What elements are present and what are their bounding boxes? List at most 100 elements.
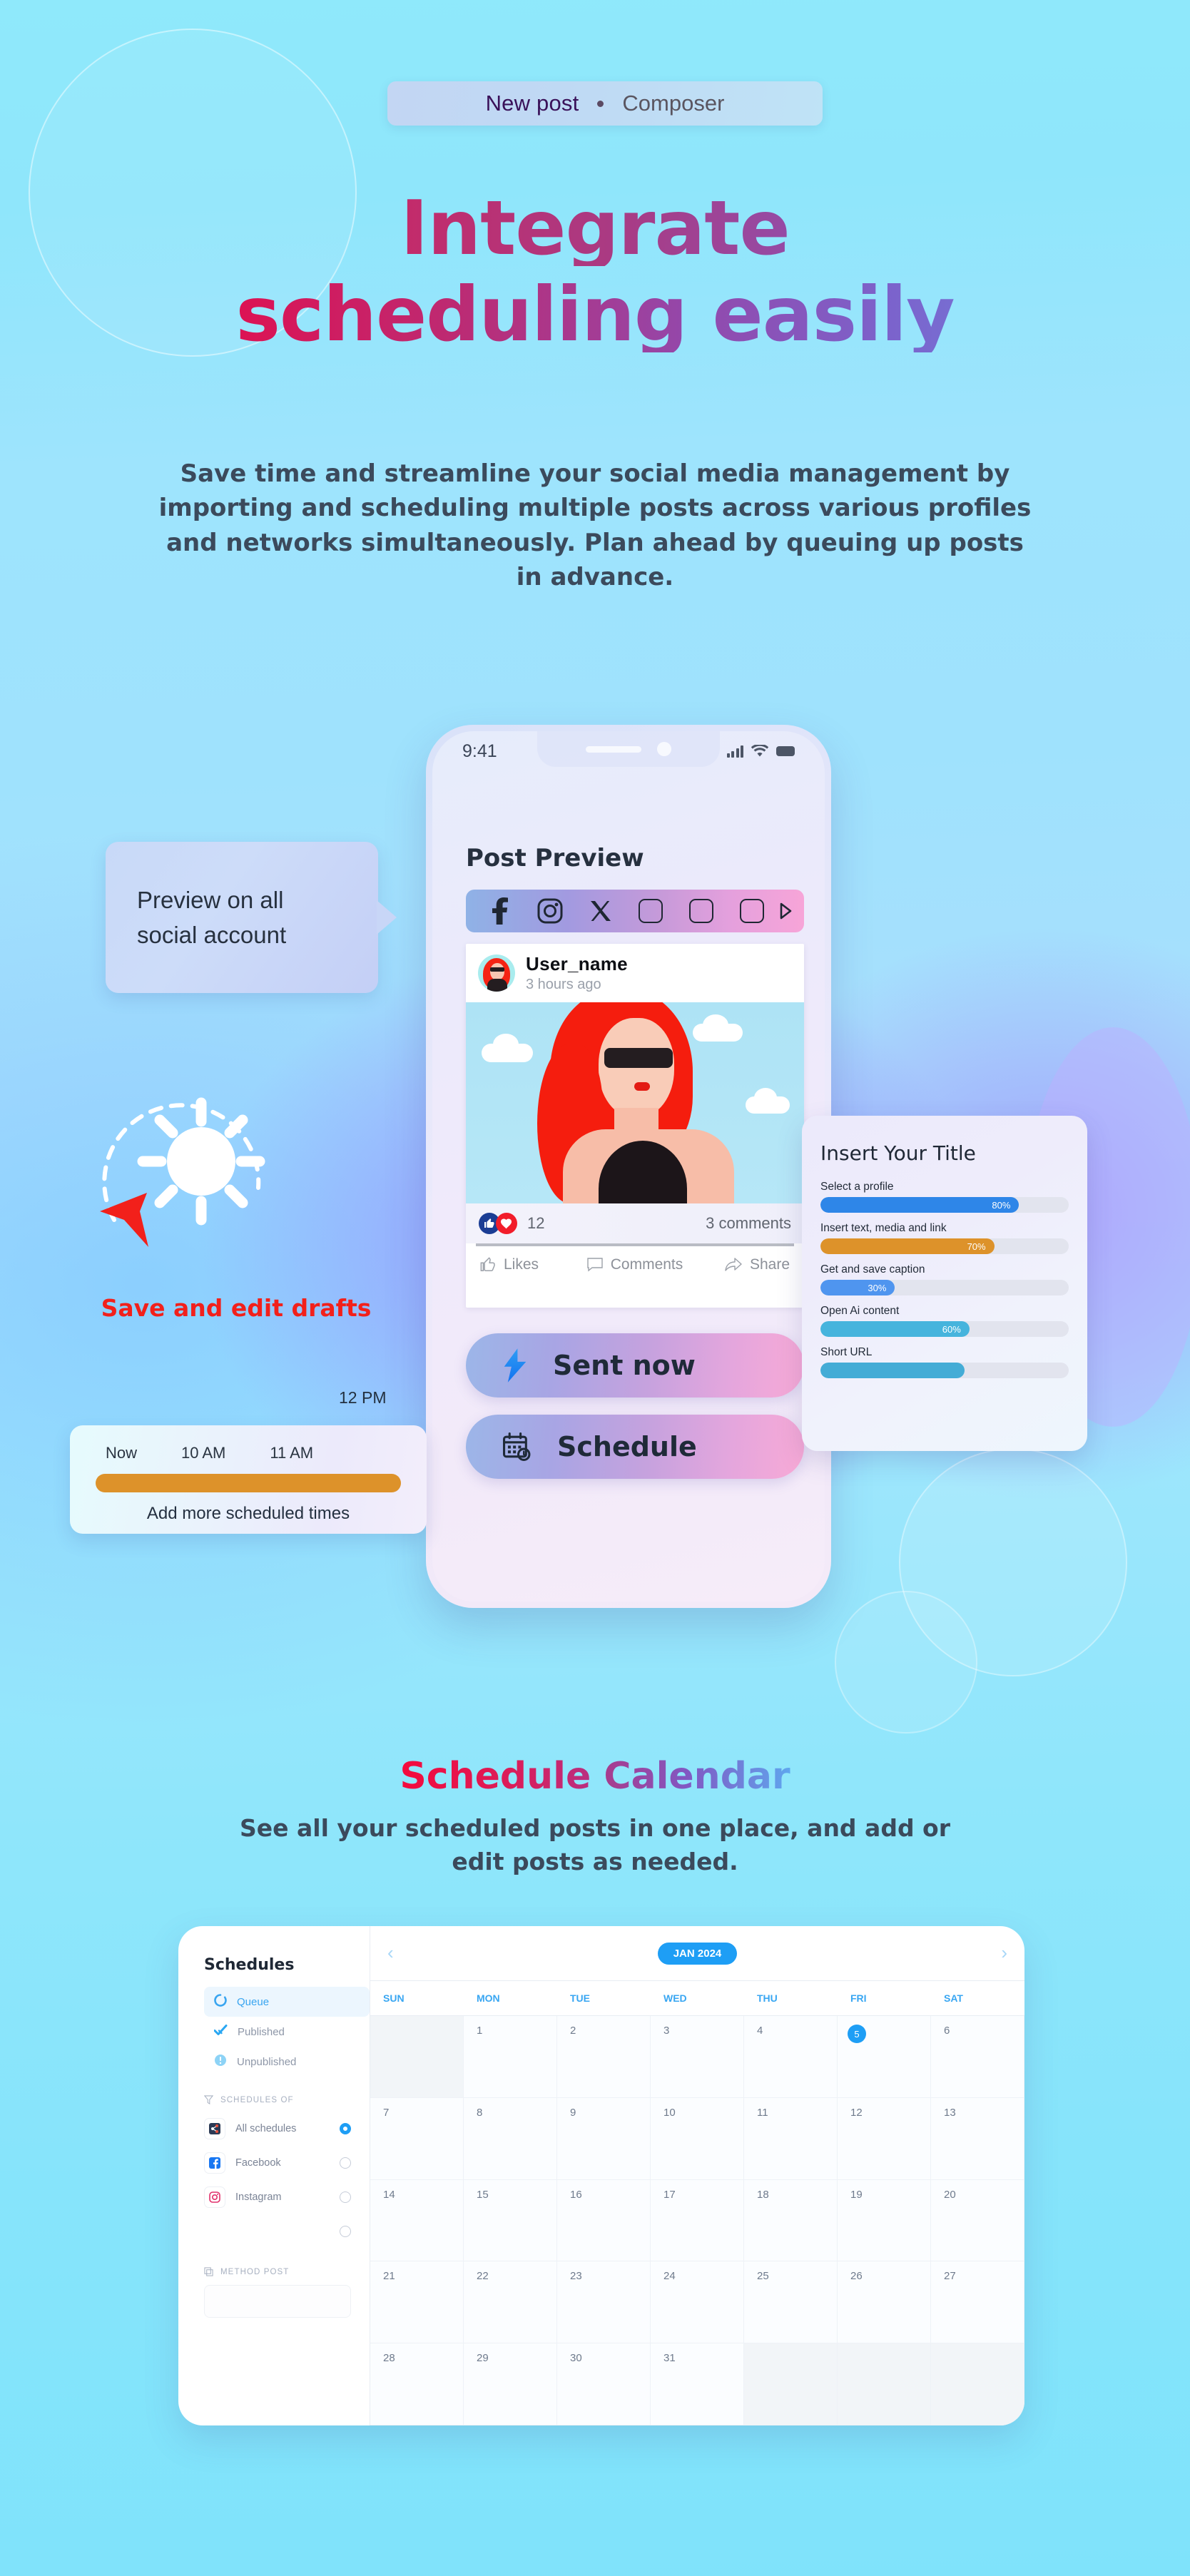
insert-panel-title: Insert Your Title	[820, 1141, 976, 1165]
chevron-left-icon[interactable]: ‹	[387, 1942, 394, 1964]
calendar-cell-day[interactable]: 6	[931, 2016, 1024, 2098]
sidebar-item-published[interactable]: Published	[204, 2017, 370, 2047]
calendar-main: ‹ JAN 2024 › SUN MON TUE WED THU FRI SAT 12345…	[370, 1926, 1024, 2425]
calendar-day-number: 22	[477, 2270, 489, 2283]
calendar-sidebar: Schedules Queue Published Unpublished SCHE…	[178, 1926, 370, 2425]
calendar-cell-day[interactable]: 15	[464, 2179, 557, 2262]
calendar-day-header: TUE	[570, 1992, 590, 2004]
phone-screen: 9:41 Post Preview User_name 3 hours ago …	[432, 731, 825, 1602]
instagram-icon[interactable]	[527, 898, 574, 924]
insert-row-fill: 70%	[820, 1238, 995, 1254]
calendar-month-badge[interactable]: JAN 2024	[657, 1942, 738, 1965]
insert-row-track[interactable]: 80%	[820, 1197, 1069, 1213]
calendar-cell-day[interactable]: 7	[370, 2097, 464, 2180]
insert-row-track[interactable]: 30%	[820, 1280, 1069, 1295]
blank-network-square-1[interactable]	[627, 899, 675, 923]
blank-network-square-2[interactable]	[678, 899, 726, 923]
sidebar-item-queue[interactable]: Queue	[204, 1987, 370, 2017]
filter-radio[interactable]	[340, 2191, 351, 2203]
decorative-circle-mid-right-small	[835, 1591, 977, 1734]
calendar-day-number: 19	[850, 2188, 863, 2201]
insert-row-fill: 60%	[820, 1321, 970, 1337]
calendar-cell-day[interactable]: 8	[464, 2097, 557, 2180]
calendar-cell-day[interactable]: 12	[838, 2097, 931, 2180]
calendar-day-header: WED	[663, 1992, 687, 2004]
calendar-cell-day[interactable]: 28	[370, 2343, 464, 2425]
calendar-cell-day[interactable]: 11	[744, 2097, 838, 2180]
calendar-cell-day[interactable]: 13	[931, 2097, 1024, 2180]
facebook-icon	[204, 2152, 225, 2174]
exclamation-icon	[214, 2054, 227, 2070]
calendar-cell-day[interactable]: 17	[651, 2179, 744, 2262]
sidebar-item-unpublished[interactable]: Unpublished	[204, 2047, 370, 2077]
calendar-cell-day[interactable]: 23	[557, 2261, 651, 2344]
calendar-cell-day[interactable]: 14	[370, 2179, 464, 2262]
calendar-cell-day[interactable]: 26	[838, 2261, 931, 2344]
social-network-tabs[interactable]	[466, 890, 804, 932]
calendar-cell-day[interactable]: 18	[744, 2179, 838, 2262]
cloud-shape	[693, 1014, 743, 1042]
filter-row-blank[interactable]	[204, 2214, 370, 2249]
timeline-time: 10 AM	[181, 1444, 226, 1462]
calendar-cell-day[interactable]: 27	[931, 2261, 1024, 2344]
insert-row-track[interactable]: 60%	[820, 1321, 1069, 1337]
timeline-end-time: 12 PM	[339, 1388, 387, 1407]
calendar-cell-day[interactable]: 21	[370, 2261, 464, 2344]
schedule-button[interactable]: Schedule	[466, 1415, 804, 1479]
calendar-cell-day[interactable]: 20	[931, 2179, 1024, 2262]
method-post-input[interactable]	[204, 2285, 351, 2318]
timeline-progress-bar[interactable]	[96, 1474, 401, 1492]
avatar	[478, 954, 515, 992]
calendar-cell-day[interactable]: 25	[744, 2261, 838, 2344]
insert-row-label: Get and save caption	[820, 1263, 925, 1276]
calendar-cell-day[interactable]: 22	[464, 2261, 557, 2344]
filter-row-facebook[interactable]: Facebook	[204, 2146, 370, 2180]
like-action[interactable]: Likes	[480, 1256, 584, 1273]
filter-heading: SCHEDULES OF	[204, 2095, 370, 2104]
calendar-cell-day[interactable]: 9	[557, 2097, 651, 2180]
calendar-day-number: 28	[383, 2352, 395, 2365]
filter-radio[interactable]	[340, 2123, 351, 2134]
schedule-status-list: Queue Published Unpublished	[204, 1987, 370, 2077]
calendar-card: Schedules Queue Published Unpublished SCHE…	[178, 1926, 1024, 2425]
queue-spinner-icon	[214, 1994, 227, 2010]
blank-network-square-3[interactable]	[728, 899, 775, 923]
calendar-cell-day[interactable]: 4	[744, 2016, 838, 2098]
x-icon[interactable]	[576, 900, 624, 922]
filter-row-instagram[interactable]: Instagram	[204, 2180, 370, 2214]
calendar-cell-day[interactable]: 29	[464, 2343, 557, 2425]
filter-radio[interactable]	[340, 2226, 351, 2237]
filter-row-label: All schedules	[235, 2123, 297, 2134]
send-now-button[interactable]: Sent now	[466, 1333, 804, 1398]
insert-row-track[interactable]	[820, 1363, 1069, 1378]
insert-row-track[interactable]: 70%	[820, 1238, 1069, 1254]
badge-primary-label: New post	[485, 91, 579, 116]
filter-radio[interactable]	[340, 2157, 351, 2169]
add-scheduled-times-label[interactable]: Add more scheduled times	[96, 1504, 401, 1524]
facebook-icon[interactable]	[476, 897, 524, 925]
calendar-cell-day[interactable]: 10	[651, 2097, 744, 2180]
calendar-cell-day[interactable]: 1	[464, 2016, 557, 2098]
calendar-cell-day[interactable]: 5	[838, 2016, 931, 2098]
schedule-section-title: Schedule Calendar	[0, 1755, 1190, 1798]
calendar-cell-day[interactable]: 31	[651, 2343, 744, 2425]
filter-row-all-schedules[interactable]: All schedules	[204, 2112, 370, 2146]
landing-page: New post Composer Integrate scheduling e…	[0, 0, 1190, 2576]
page-badge[interactable]: New post Composer	[387, 81, 823, 126]
calendar-cell-day[interactable]: 19	[838, 2179, 931, 2262]
comment-action[interactable]: Comments	[584, 1256, 687, 1273]
chevron-right-icon[interactable]: ›	[1001, 1942, 1007, 1964]
next-arrow-icon[interactable]	[778, 902, 794, 920]
preview-callout-text: Preview on all social account	[137, 886, 287, 949]
thumbs-up-outline-icon	[480, 1257, 495, 1272]
calendar-cell-day[interactable]: 2	[557, 2016, 651, 2098]
calendar-cell-day[interactable]: 3	[651, 2016, 744, 2098]
calendar-day-number: 1	[477, 2025, 483, 2037]
calendar-cell-day[interactable]: 30	[557, 2343, 651, 2425]
share-action[interactable]: Share	[686, 1256, 790, 1273]
lightning-bolt-icon	[504, 1348, 527, 1383]
insert-row-label: Short URL	[820, 1346, 873, 1358]
calendar-cell-day[interactable]: 24	[651, 2261, 744, 2344]
schedule-section-subtitle: See all your scheduled posts in one plac…	[240, 1814, 950, 1875]
calendar-cell-day[interactable]: 16	[557, 2179, 651, 2262]
